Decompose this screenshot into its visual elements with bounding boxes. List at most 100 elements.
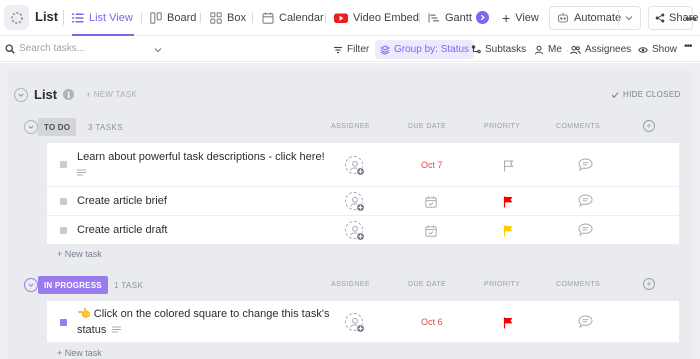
automate-label: Automate xyxy=(574,12,622,24)
plus-icon: + xyxy=(356,324,365,333)
task-name[interactable]: Create article brief xyxy=(77,193,167,209)
task-name-text[interactable]: Click on the colored square to change th… xyxy=(94,308,330,320)
tab-divider xyxy=(325,13,326,23)
chevron-down-icon[interactable] xyxy=(624,13,634,23)
add-task-button[interactable]: + New task xyxy=(57,348,102,358)
task-name-continued[interactable]: status xyxy=(77,322,122,338)
plus-icon: + xyxy=(502,10,511,26)
collapse-group-toggle[interactable] xyxy=(24,278,38,292)
due-date[interactable]: Oct 6 xyxy=(421,317,443,327)
status-square[interactable] xyxy=(60,319,67,326)
flag-icon[interactable] xyxy=(503,224,514,242)
status-square[interactable] xyxy=(60,227,67,234)
task-name[interactable]: Create article draft xyxy=(77,222,167,238)
due-date[interactable]: Oct 7 xyxy=(421,160,443,170)
table-row[interactable]: 👈 Click on the colored square to change … xyxy=(47,301,679,343)
search-box[interactable]: Search tasks... xyxy=(5,43,85,54)
table-row[interactable]: Learn about powerful task descriptions -… xyxy=(47,143,679,187)
board-icon xyxy=(150,12,162,24)
hide-closed-button[interactable]: HIDE CLOSED xyxy=(611,90,681,99)
list-title: List xyxy=(34,87,58,102)
automate-button[interactable]: Automate xyxy=(549,6,641,30)
chevron-down-icon[interactable] xyxy=(153,45,163,55)
assignees-button[interactable]: Assignees xyxy=(570,37,631,62)
status-square[interactable] xyxy=(60,198,67,205)
column-header-due-date[interactable]: DUE DATE xyxy=(408,123,446,130)
check-icon xyxy=(611,91,619,99)
tab-board[interactable]: Board xyxy=(150,0,196,36)
task-name-text[interactable]: status xyxy=(77,324,106,336)
status-badge[interactable]: IN PROGRESS xyxy=(38,276,108,294)
user-icon xyxy=(534,45,544,55)
status-badge[interactable]: TO DO xyxy=(38,118,77,136)
more-options-icon[interactable]: ••• xyxy=(684,41,692,52)
table-row[interactable]: Create article brief + xyxy=(47,187,679,216)
box-icon xyxy=(210,12,222,24)
table-row[interactable]: Create article draft + xyxy=(47,216,679,245)
gantt-icon xyxy=(428,12,440,24)
calendar-icon[interactable] xyxy=(425,195,437,213)
search-input[interactable]: Search tasks... xyxy=(19,43,85,54)
filter-label: Filter xyxy=(347,44,370,55)
column-header-due-date[interactable]: DUE DATE xyxy=(408,281,446,288)
tab-divider xyxy=(141,13,142,23)
layers-icon xyxy=(380,44,390,55)
assignee-button[interactable]: + xyxy=(345,221,365,241)
column-header-comments[interactable]: COMMENTS xyxy=(556,281,600,288)
tab-gantt[interactable]: Gantt xyxy=(428,0,472,36)
flag-icon[interactable] xyxy=(503,159,514,177)
flag-icon[interactable] xyxy=(503,316,514,334)
tab-box[interactable]: Box xyxy=(210,0,246,36)
assignee-button[interactable]: + xyxy=(345,313,365,333)
chevron-down-icon xyxy=(28,125,34,129)
collapse-list-toggle[interactable] xyxy=(14,87,28,102)
column-header-comments[interactable]: COMMENTS xyxy=(556,123,600,130)
show-button[interactable]: Show xyxy=(638,37,677,62)
comment-icon[interactable] xyxy=(578,194,593,212)
top-bar: List List View Board Box Calendar Video … xyxy=(0,0,700,36)
comment-icon[interactable] xyxy=(578,315,593,333)
tab-list-view[interactable]: List View xyxy=(72,0,134,36)
info-icon[interactable]: i xyxy=(63,89,75,100)
space-icon[interactable] xyxy=(4,5,29,30)
comment-icon[interactable] xyxy=(578,223,593,241)
add-column-button[interactable]: + xyxy=(643,120,655,132)
tab-divider xyxy=(419,13,420,23)
filter-button[interactable]: Filter xyxy=(333,37,369,62)
assignee-button[interactable]: + xyxy=(345,192,365,212)
assignees-label: Assignees xyxy=(585,44,632,55)
column-header-assignee[interactable]: ASSIGNEE xyxy=(331,281,370,288)
plus-icon: + xyxy=(356,203,365,212)
group-by-button[interactable]: Group by: Status xyxy=(375,40,475,59)
task-name-text[interactable]: Learn about powerful task descriptions -… xyxy=(77,151,325,163)
task-name[interactable]: 👈 Click on the colored square to change … xyxy=(77,306,329,322)
status-square[interactable] xyxy=(60,161,67,168)
column-header-priority[interactable]: PRIORITY xyxy=(484,281,520,288)
task-name[interactable]: Learn about powerful task descriptions -… xyxy=(77,149,325,165)
search-icon xyxy=(5,43,15,54)
assignee-button[interactable]: + xyxy=(345,156,365,176)
tab-video-embed[interactable]: Video Embed xyxy=(334,0,419,36)
plus-icon: + xyxy=(356,232,365,241)
comment-icon[interactable] xyxy=(578,158,593,176)
collapse-group-toggle[interactable] xyxy=(24,120,38,134)
task-count: 1 TASK xyxy=(114,281,144,290)
add-view-button[interactable]: + View xyxy=(502,0,539,36)
column-header-assignee[interactable]: ASSIGNEE xyxy=(331,123,370,130)
more-views-button[interactable] xyxy=(476,11,489,24)
filter-icon xyxy=(333,45,343,55)
me-filter-button[interactable]: Me · xyxy=(534,37,569,62)
new-task-button[interactable]: + NEW TASK xyxy=(86,90,137,99)
flag-icon[interactable] xyxy=(503,195,514,213)
eye-icon xyxy=(638,45,648,55)
column-header-priority[interactable]: PRIORITY xyxy=(484,123,520,130)
subtasks-button[interactable]: Subtasks xyxy=(471,37,526,62)
add-column-button[interactable]: + xyxy=(643,278,655,290)
users-icon xyxy=(570,45,581,55)
tab-divider xyxy=(200,13,201,23)
description-icon xyxy=(112,322,122,338)
add-task-button[interactable]: + New task xyxy=(57,249,102,259)
tab-calendar[interactable]: Calendar xyxy=(262,0,324,36)
calendar-icon[interactable] xyxy=(425,224,437,242)
more-options-icon[interactable]: ••• xyxy=(685,11,697,26)
